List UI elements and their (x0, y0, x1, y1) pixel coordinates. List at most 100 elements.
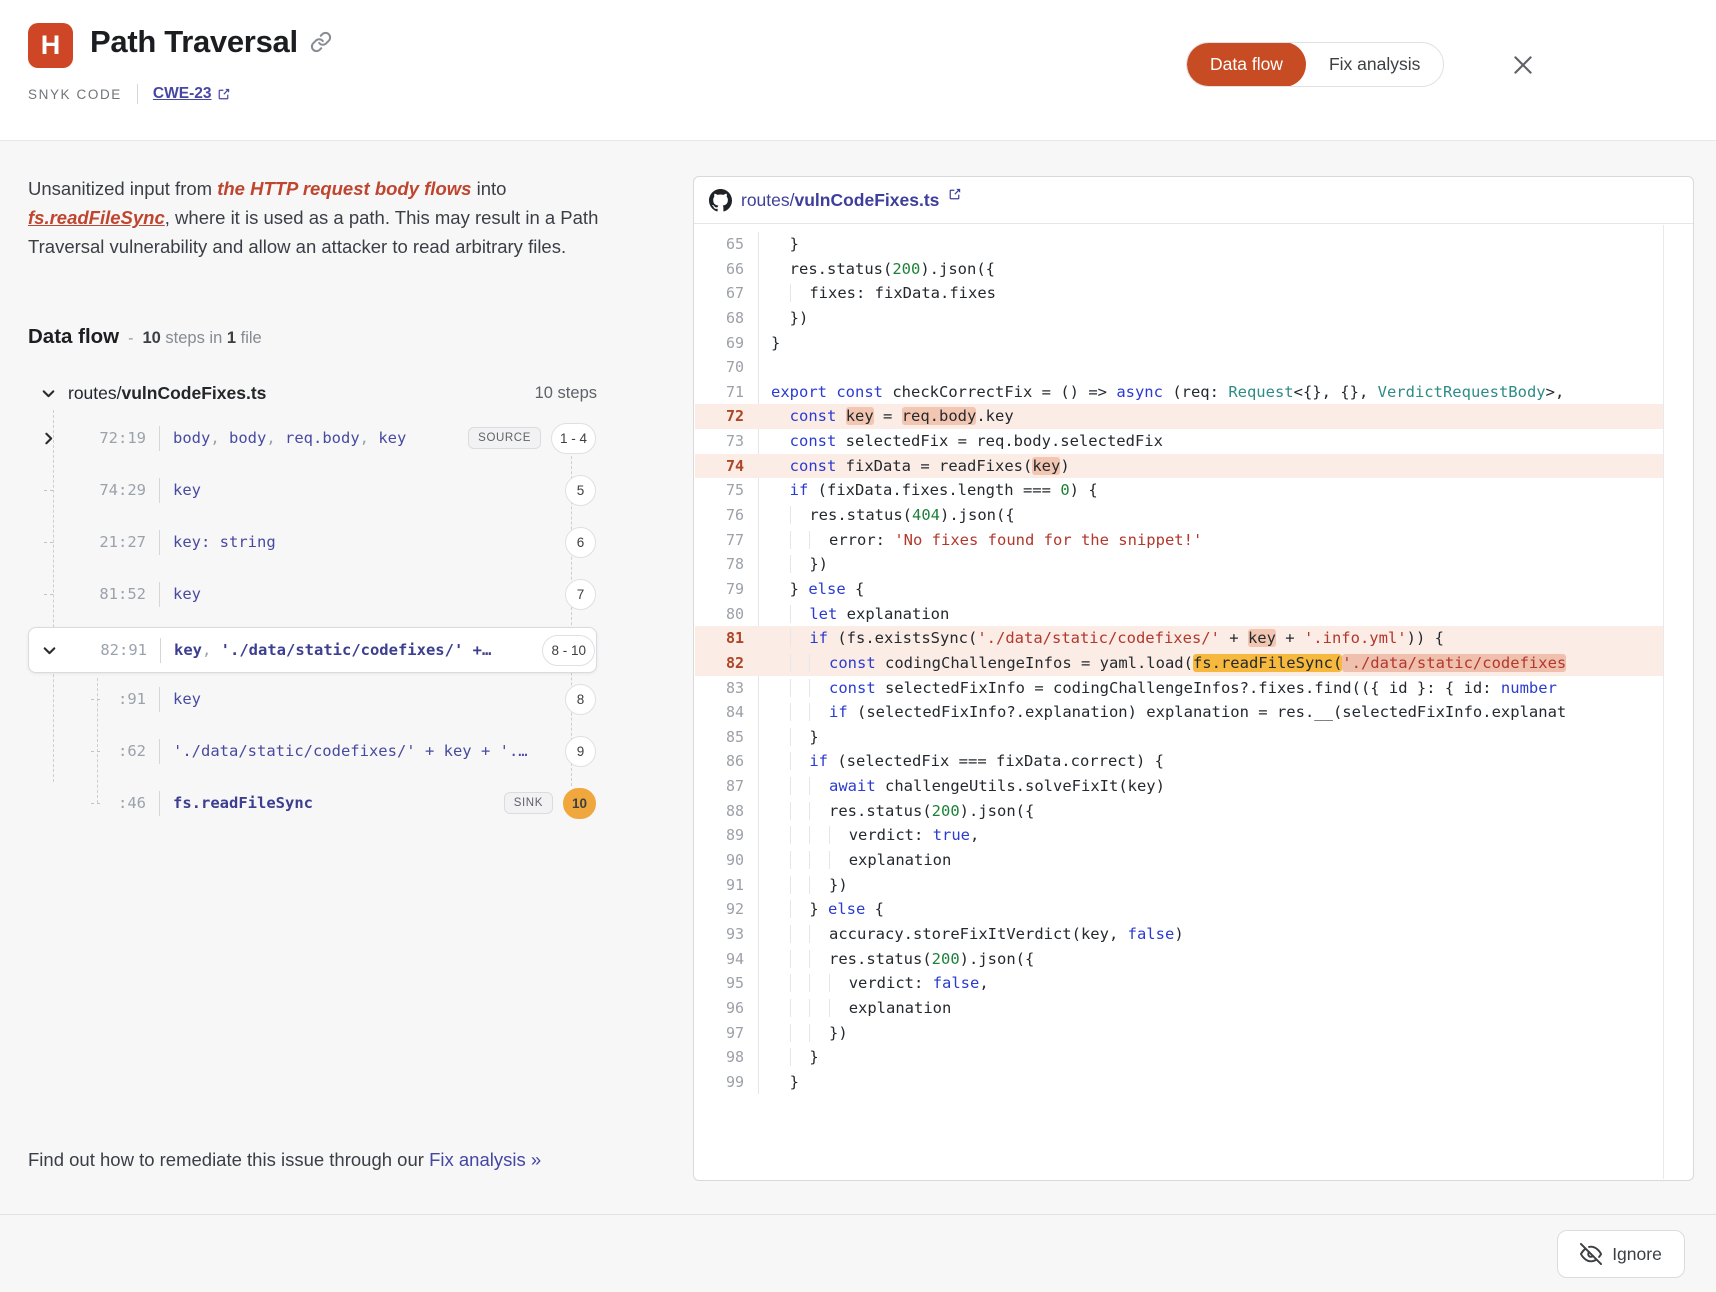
line-number: 81 (695, 626, 759, 651)
chevron-down-icon (41, 642, 58, 659)
code-line: 76 res.status(404).json({ (695, 503, 1663, 528)
code-line: 75 if (fixData.fixes.length === 0) { (695, 478, 1663, 503)
line-number: 79 (695, 577, 759, 602)
line-number: 91 (695, 873, 759, 898)
code-line: 94 res.status(200).json({ (695, 947, 1663, 972)
code-line: 83 const selectedFixInfo = codingChallen… (695, 676, 1663, 701)
permalink-icon[interactable] (310, 31, 332, 58)
github-icon (709, 189, 732, 212)
sink-badge: SINK (504, 792, 553, 814)
main-content: Unsanitized input from the HTTP request … (0, 141, 1716, 1214)
line-number: 97 (695, 1021, 759, 1046)
severity-high-badge: H (28, 23, 73, 68)
line-number: 85 (695, 725, 759, 750)
line-number: 88 (695, 799, 759, 824)
code-panel-header: routes/vulnCodeFixes.ts (694, 177, 1693, 224)
tab-fix-analysis[interactable]: Fix analysis (1306, 42, 1443, 87)
issue-description: Unsanitized input from the HTTP request … (28, 174, 610, 261)
chevron-right-icon (40, 430, 57, 447)
code-line: 72 const key = req.body.key (695, 404, 1663, 429)
cwe-link[interactable]: CWE-23 (153, 85, 230, 103)
line-number: 94 (695, 947, 759, 972)
dataflow-tree: routes/vulnCodeFixes.ts 10 steps 72:19bo… (28, 378, 597, 848)
step-number-badge: 1 - 4 (551, 423, 596, 454)
step-position: 82:91 (69, 641, 147, 659)
code-line: 89 verdict: true, (695, 823, 1663, 848)
code-line: 73 const selectedFix = req.body.selected… (695, 429, 1663, 454)
line-number: 78 (695, 552, 759, 577)
code-file-link[interactable]: routes/vulnCodeFixes.ts (741, 190, 939, 211)
step-snippet: fs.readFileSync (173, 794, 504, 812)
code-line: 90 explanation (695, 848, 1663, 873)
line-number: 80 (695, 602, 759, 627)
code-line: 99 } (695, 1070, 1663, 1095)
code-line: 92 } else { (695, 897, 1663, 922)
code-panel: routes/vulnCodeFixes.ts 65 }66 res.statu… (693, 176, 1694, 1181)
file-steps-count: 10 steps (535, 384, 597, 403)
step-number-badge: 9 (565, 736, 596, 767)
line-number: 87 (695, 774, 759, 799)
remediation-note: Find out how to remediate this issue thr… (28, 1149, 541, 1171)
emphasis-source: the HTTP request body flows (217, 178, 471, 199)
snyk-issue-dialog: H Path Traversal SNYK CODE CWE-23 Data f… (0, 0, 1716, 1292)
chevron-down-icon[interactable] (28, 385, 68, 402)
code-line: 68 }) (695, 306, 1663, 331)
eye-off-icon (1580, 1243, 1602, 1265)
step-position: :62 (68, 742, 146, 760)
step-number-badge: 8 (565, 684, 596, 715)
line-number: 77 (695, 528, 759, 553)
code-line: 84 if (selectedFixInfo?.explanation) exp… (695, 700, 1663, 725)
code-lines: 65 }66 res.status(200).json({67 fixes: f… (695, 225, 1663, 1179)
fix-analysis-link[interactable]: Fix analysis » (429, 1149, 541, 1170)
view-toggle: Data flow Fix analysis (1186, 42, 1444, 87)
dataflow-step-row[interactable]: 21:27key: string6 (28, 520, 597, 564)
source-badge: SOURCE (468, 427, 541, 449)
code-line: 71export const checkCorrectFix = () => a… (695, 380, 1663, 405)
step-number-badge: 6 (565, 527, 596, 558)
step-snippet: key (173, 481, 565, 499)
line-number: 96 (695, 996, 759, 1021)
external-link-icon (948, 188, 961, 206)
code-line: 93 accuracy.storeFixItVerdict(key, false… (695, 922, 1663, 947)
step-number-badge: 10 (563, 788, 596, 819)
ignore-button[interactable]: Ignore (1557, 1230, 1685, 1278)
step-number-badge: 7 (565, 579, 596, 610)
tab-data-flow[interactable]: Data flow (1187, 42, 1306, 87)
step-snippet: key, './data/static/codefixes/' +… (174, 641, 542, 659)
code-line: 88 res.status(200).json({ (695, 799, 1663, 824)
line-number: 70 (695, 355, 759, 380)
dataflow-step-row[interactable]: :46fs.readFileSyncSINK10 (28, 781, 597, 825)
close-icon[interactable] (1504, 46, 1542, 84)
line-number: 93 (695, 922, 759, 947)
line-number: 66 (695, 257, 759, 282)
step-snippet: './data/static/codefixes/' + key + '.… (173, 742, 565, 760)
external-link-icon (217, 88, 230, 101)
line-number: 72 (695, 404, 759, 429)
line-number: 95 (695, 971, 759, 996)
dataflow-file-header[interactable]: routes/vulnCodeFixes.ts 10 steps (28, 378, 597, 408)
code-line: 97 }) (695, 1021, 1663, 1046)
sink-link[interactable]: fs.readFileSync (28, 207, 165, 228)
scrollbar-track[interactable] (1663, 225, 1692, 1179)
code-line: 86 if (selectedFix === fixData.correct) … (695, 749, 1663, 774)
dataflow-step-row[interactable]: 81:52key7 (28, 572, 597, 616)
dataflow-step-row[interactable]: 82:91 key, './data/static/codefixes/' +…8… (28, 627, 597, 673)
dataflow-step-row[interactable]: :62 './data/static/codefixes/' + key + '.… (28, 729, 597, 773)
dialog-header: H Path Traversal SNYK CODE CWE-23 Data f… (0, 0, 1716, 141)
code-line: 69} (695, 331, 1663, 356)
line-number: 89 (695, 823, 759, 848)
line-number: 71 (695, 380, 759, 405)
line-number: 75 (695, 478, 759, 503)
dataflow-step-row[interactable]: 72:19body, body, req.body, keySOURCE1 - … (28, 416, 597, 460)
dataflow-step-row[interactable]: :91key8 (28, 677, 597, 721)
dataflow-step-row[interactable]: 74:29key5 (28, 468, 597, 512)
line-number: 74 (695, 454, 759, 479)
line-number: 86 (695, 749, 759, 774)
line-number: 68 (695, 306, 759, 331)
code-line: 80 let explanation (695, 602, 1663, 627)
code-line: 82 const codingChallengeInfos = yaml.loa… (695, 651, 1663, 676)
step-number-badge: 8 - 10 (542, 635, 595, 666)
code-line: 79 } else { (695, 577, 1663, 602)
dialog-footer: Ignore (0, 1214, 1716, 1292)
step-position: 81:52 (68, 585, 146, 603)
